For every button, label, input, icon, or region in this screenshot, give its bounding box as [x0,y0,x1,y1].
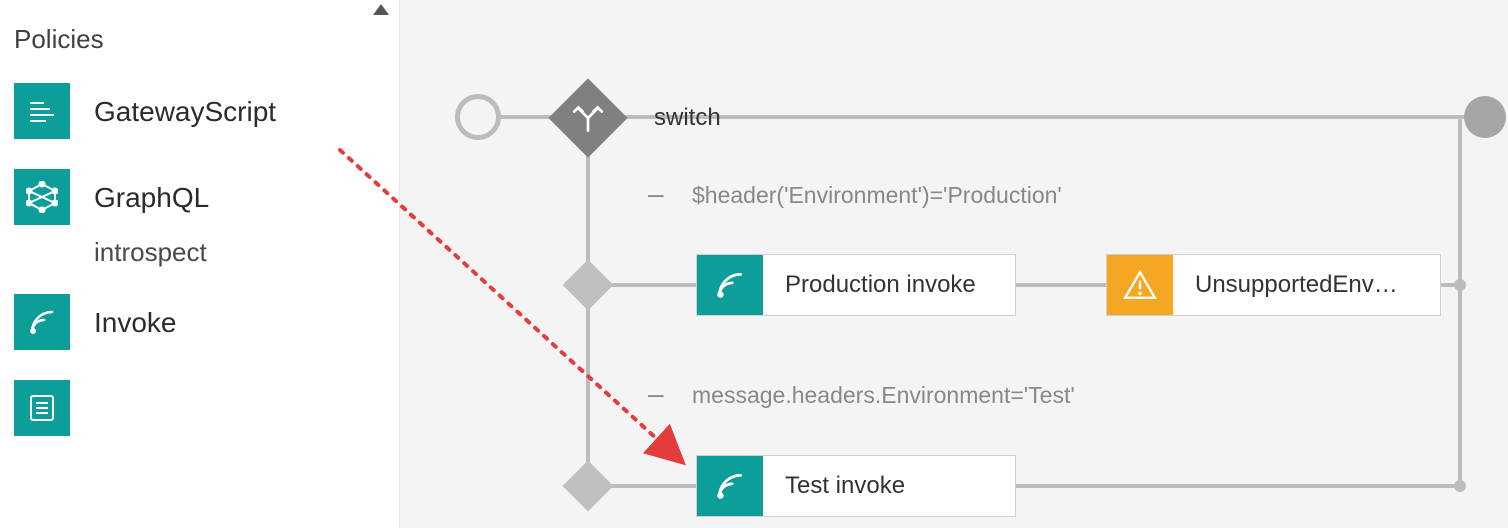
branch-diamond-1[interactable] [563,260,614,311]
policy-item-gatewayscript[interactable]: GatewayScript [14,83,385,139]
invoke-icon [697,456,763,516]
node-label: Test invoke [763,456,927,516]
node-unsupported-env[interactable]: UnsupportedEnv… [1106,254,1441,316]
policy-label: GraphQL [94,180,209,215]
graphql-icon [14,169,70,225]
policy-label: GatewayScript [94,94,276,129]
flow-start[interactable] [455,94,501,140]
assembly-canvas[interactable]: switch – $header('Environment')='Product… [400,0,1508,528]
branch-diamond-2[interactable] [563,461,614,512]
policy-item-invoke[interactable]: Invoke [14,294,385,350]
switch-label: switch [654,104,721,132]
node-test-invoke[interactable]: Test invoke [696,455,1016,517]
invoke-icon [14,294,70,350]
collapse-caret-icon[interactable] [373,4,389,15]
warning-icon [1107,255,1173,315]
condition-dash: – [648,178,664,210]
switch-node[interactable] [548,78,627,157]
condition-dash: – [648,378,664,410]
condition-label-1[interactable]: $header('Environment')='Production' [692,182,1062,209]
policies-sidebar: Policies GatewayScript [0,0,400,528]
policy-item-graphql[interactable]: GraphQL [14,169,385,225]
list-icon [14,380,70,436]
invoke-icon [697,255,763,315]
node-label: UnsupportedEnv… [1173,255,1420,315]
policy-sublabel: introspect [94,237,385,268]
node-production-invoke[interactable]: Production invoke [696,254,1016,316]
condition-label-2[interactable]: message.headers.Environment='Test' [692,382,1075,409]
policy-item-partial[interactable] [14,380,385,436]
node-label: Production invoke [763,255,998,315]
flow-end[interactable] [1464,96,1506,138]
policy-label: Invoke [94,305,177,340]
sidebar-title: Policies [14,24,385,55]
script-icon [14,83,70,139]
